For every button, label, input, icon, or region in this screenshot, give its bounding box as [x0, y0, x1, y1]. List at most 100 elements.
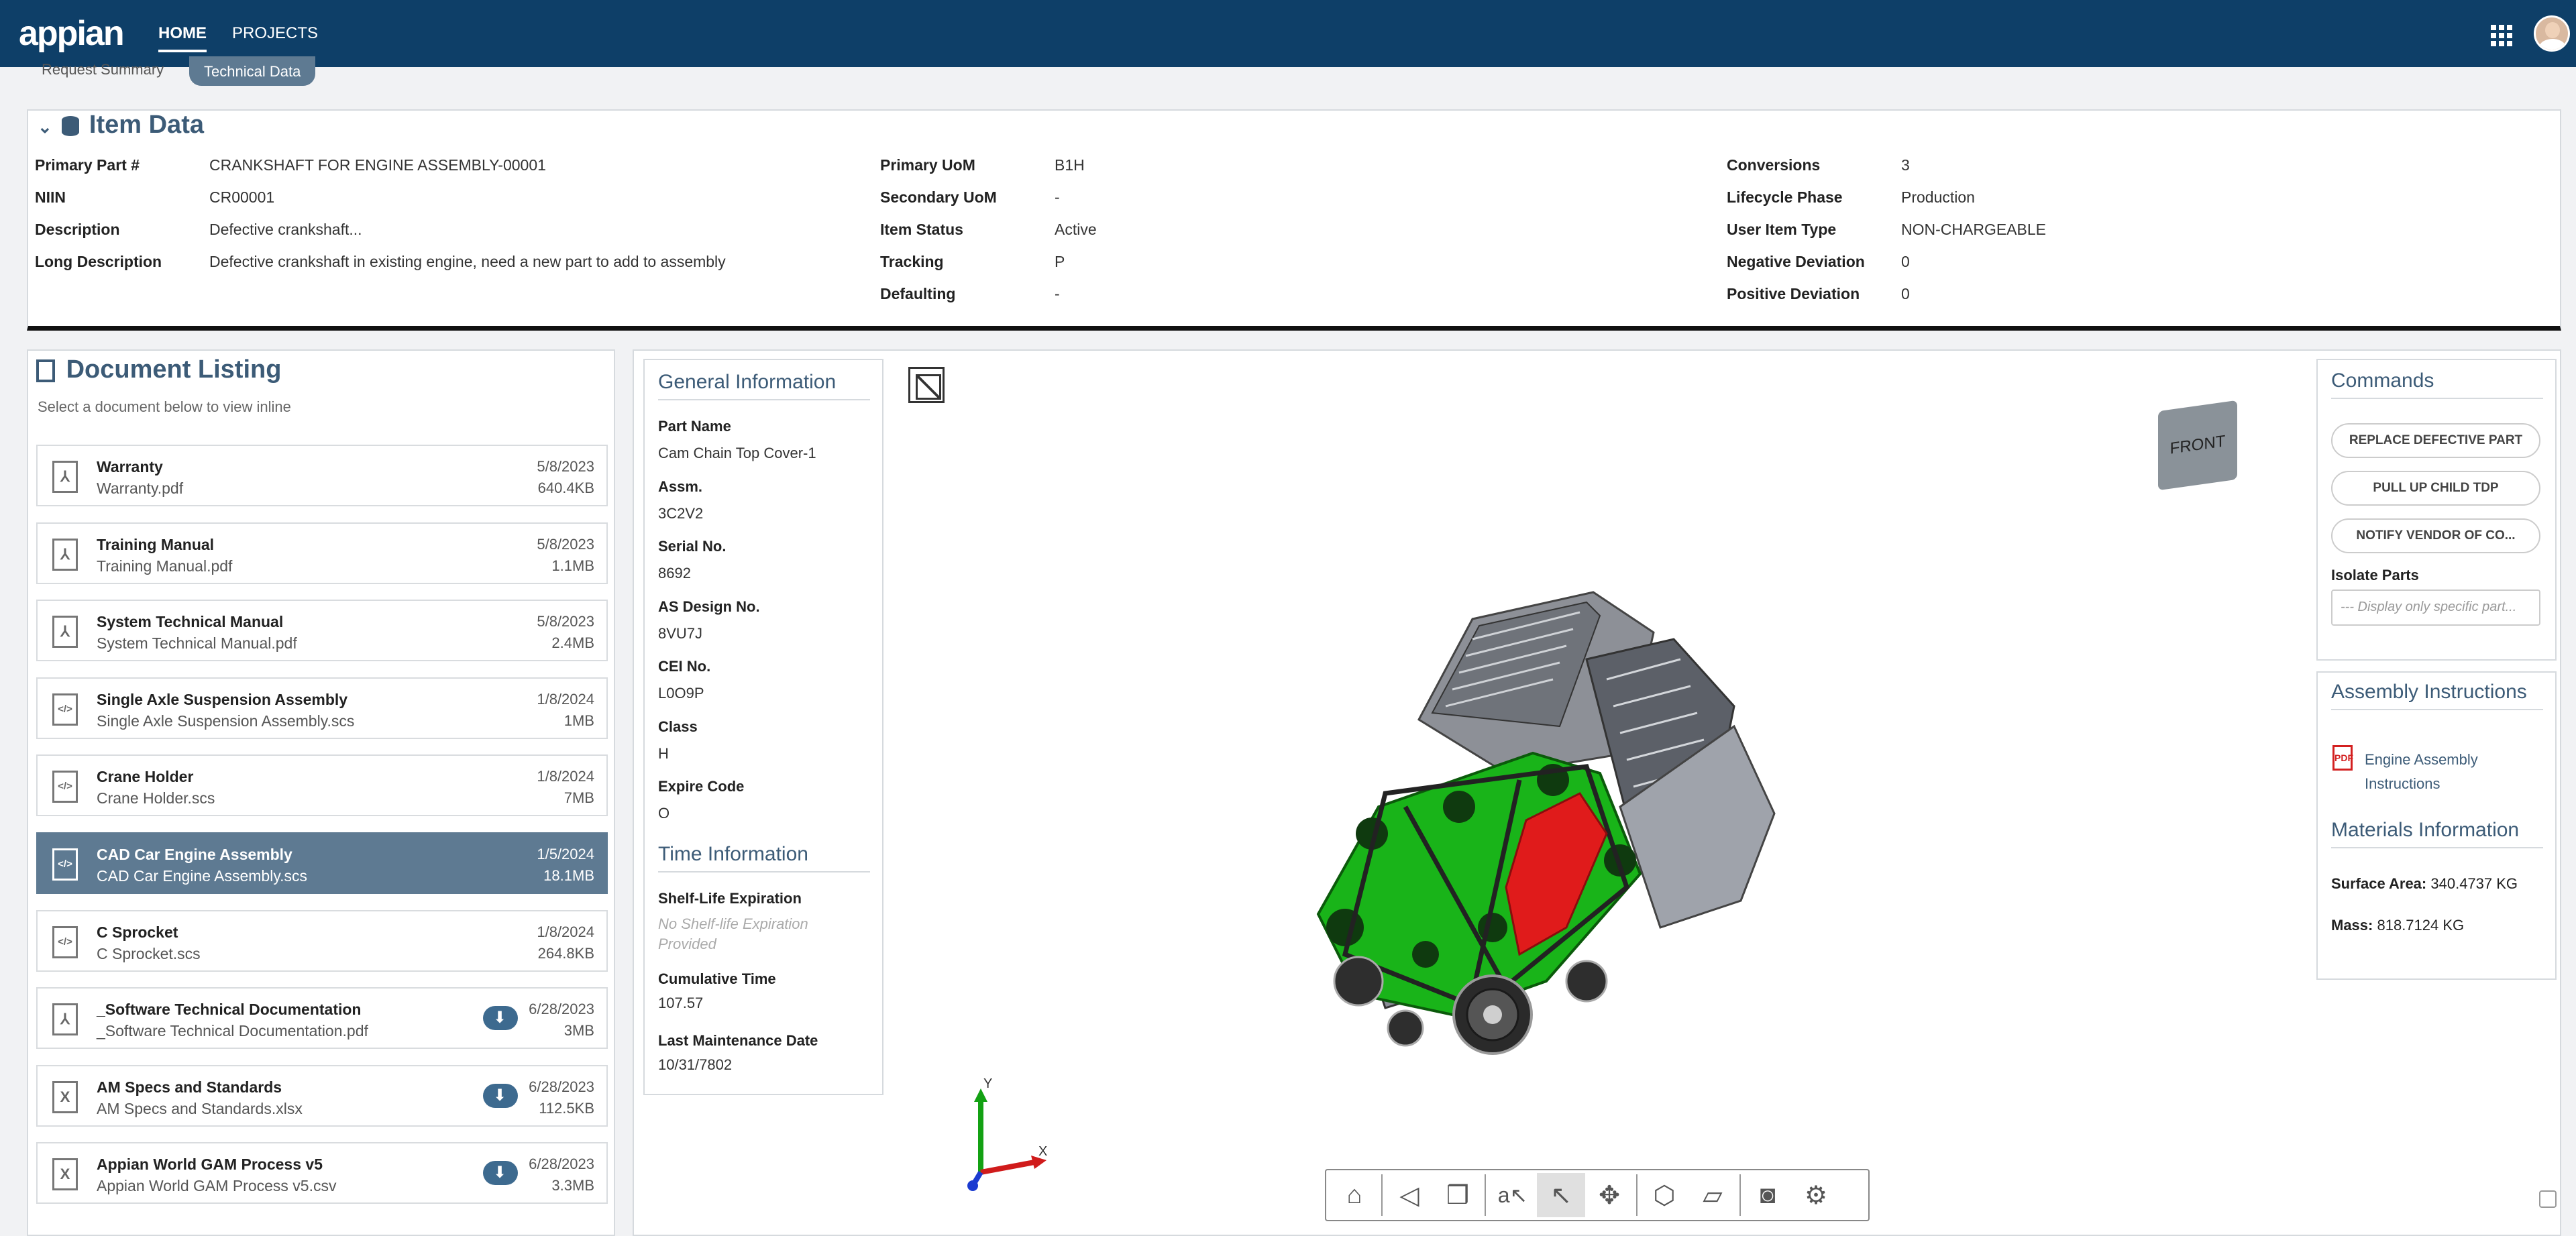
- document-name: Training Manual: [97, 536, 215, 553]
- item-field-value: 0: [1901, 285, 1910, 302]
- collapse-chevron-icon[interactable]: ⌄: [38, 117, 52, 137]
- item-field-value: Active: [1055, 221, 1097, 238]
- crank-pulley[interactable]: [1452, 974, 1533, 1055]
- cloud-download-icon[interactable]: [483, 1161, 518, 1185]
- database-icon: [62, 115, 80, 136]
- resize-corner-icon[interactable]: [2539, 1190, 2557, 1208]
- item-field-value: -: [1055, 188, 1060, 206]
- annotation-icon[interactable]: a↖: [1489, 1173, 1537, 1217]
- cloud-download-icon[interactable]: [483, 1006, 518, 1030]
- home-icon[interactable]: ⌂: [1330, 1173, 1379, 1217]
- nav-home[interactable]: HOME: [158, 24, 207, 52]
- general-information-title: General Information: [658, 371, 870, 400]
- axis-triad: Y X: [967, 1078, 1047, 1191]
- document-filename: C Sprocket.scs: [97, 945, 201, 962]
- document-listing-panel: Document Listing Select a document below…: [27, 349, 615, 1236]
- snapshot-icon[interactable]: ◙: [1743, 1173, 1792, 1217]
- user-avatar[interactable]: [2534, 15, 2570, 52]
- camera-view-icon[interactable]: ◁: [1385, 1173, 1434, 1217]
- isolate-parts-dropdown[interactable]: --- Display only specific part...: [2331, 589, 2540, 626]
- mass-label: Mass:: [2331, 917, 2373, 934]
- item-data-title: Item Data: [89, 111, 204, 139]
- document-name: Warranty: [97, 458, 163, 475]
- time-info-label: Last Maintenance Date: [658, 1032, 818, 1049]
- toolbar-divider: [1485, 1174, 1486, 1216]
- document-size: 1MB: [564, 712, 594, 729]
- axis-y-label: Y: [983, 1078, 992, 1091]
- pull-up-child-tdp-button[interactable]: PULL UP CHILD TDP: [2331, 471, 2540, 506]
- document-list-item[interactable]: </> Single Axle Suspension Assembly Single…: [36, 677, 608, 739]
- appian-logo[interactable]: appian: [19, 13, 125, 54]
- general-info-label: Serial No.: [658, 538, 727, 555]
- orbit-icon[interactable]: ✥: [1585, 1173, 1633, 1217]
- document-filename: System Technical Manual.pdf: [97, 634, 297, 652]
- pdf-icon: ⅄: [52, 539, 78, 571]
- code-file-icon: </>: [52, 693, 78, 726]
- item-field-label: Long Description: [35, 253, 162, 270]
- item-data-header[interactable]: ⌄ Item Data: [38, 111, 204, 139]
- document-date: 5/8/2023: [537, 536, 594, 553]
- general-info-value: H: [658, 745, 669, 762]
- item-field-value: 0: [1901, 253, 1910, 270]
- document-name: AM Specs and Standards: [97, 1078, 282, 1096]
- document-list-item[interactable]: ⅄ System Technical Manual System Technical…: [36, 600, 608, 661]
- tab-technical-data[interactable]: Technical Data: [189, 56, 316, 86]
- time-information-title: Time Information: [658, 843, 870, 873]
- box-explode-icon[interactable]: ⬡: [1640, 1173, 1688, 1217]
- pdf-icon: ⅄: [52, 616, 78, 648]
- document-size: 7MB: [564, 789, 594, 806]
- general-info-label: CEI No.: [658, 658, 711, 675]
- surface-area-row: Surface Area: 340.4737 KG: [2331, 875, 2518, 893]
- item-field-label: Lifecycle Phase: [1727, 188, 1843, 206]
- replace-defective-part-button[interactable]: REPLACE DEFECTIVE PART: [2331, 423, 2540, 458]
- engine-assembly-instructions-link[interactable]: Engine Assembly Instructions: [2365, 748, 2539, 796]
- select-icon[interactable]: ↖: [1537, 1173, 1585, 1217]
- nav-projects[interactable]: PROJECTS: [232, 24, 318, 43]
- section-icon[interactable]: ▱: [1688, 1173, 1737, 1217]
- assembly-materials-panel: Assembly Instructions PDF Engine Assembl…: [2316, 671, 2557, 980]
- cloud-download-icon[interactable]: [483, 1084, 518, 1108]
- notify-vendor-button[interactable]: NOTIFY VENDOR OF CO...: [2331, 518, 2540, 553]
- document-date: 1/8/2024: [537, 768, 594, 785]
- pdf-icon: ⅄: [52, 1003, 78, 1035]
- cube-icon[interactable]: ❒: [1434, 1173, 1482, 1217]
- document-list-item[interactable]: ⅄ _Software Technical Documentation _Softw…: [36, 987, 608, 1049]
- document-name: _Software Technical Documentation: [97, 1001, 362, 1018]
- app-launcher-grid-icon[interactable]: [2491, 25, 2512, 46]
- document-name: C Sprocket: [97, 923, 178, 941]
- document-list-item[interactable]: </> CAD Car Engine Assembly CAD Car Engine…: [36, 832, 608, 894]
- document-list-item[interactable]: X AM Specs and Standards AM Specs and Stan…: [36, 1065, 608, 1127]
- cad-viewer-area: General Information Part Name Cam Chain T…: [633, 349, 2561, 1236]
- engine-3d-model[interactable]: [1305, 552, 1855, 1062]
- item-field-value: P: [1055, 253, 1065, 270]
- document-list-item[interactable]: </> C Sprocket C Sprocket.scs 1/8/2024 264.8…: [36, 910, 608, 972]
- commands-panel: Commands REPLACE DEFECTIVE PART PULL UP …: [2316, 359, 2557, 661]
- tab-request-summary[interactable]: Request Summary: [42, 61, 164, 78]
- fullscreen-toggle-button[interactable]: [908, 367, 945, 403]
- toolbar-divider: [1381, 1174, 1383, 1216]
- document-filename: Training Manual.pdf: [97, 557, 233, 575]
- item-data-panel: ⌄ Item Data Primary Part # CRANKSHAFT FOR…: [27, 109, 2561, 331]
- document-size: 3.3MB: [551, 1177, 594, 1194]
- item-field-value: NON-CHARGEABLE: [1901, 221, 2046, 238]
- settings-icon[interactable]: ⚙: [1792, 1173, 1840, 1217]
- document-list-item[interactable]: ⅄ Training Manual Training Manual.pdf 5/8/2…: [36, 522, 608, 584]
- item-field-label: Conversions: [1727, 156, 1821, 174]
- document-list-item[interactable]: </> Crane Holder Crane Holder.scs 1/8/2024 7…: [36, 754, 608, 816]
- document-list-item[interactable]: X Appian World GAM Process v5 Appian World…: [36, 1142, 608, 1204]
- document-size: 18.1MB: [543, 867, 594, 884]
- document-filename: Appian World GAM Process v5.csv: [97, 1177, 337, 1194]
- document-name: CAD Car Engine Assembly: [97, 846, 292, 863]
- document-listing-title: Document Listing: [66, 355, 282, 384]
- document-list-item[interactable]: ⅄ Warranty Warranty.pdf 5/8/2023 640.4KB: [36, 445, 608, 506]
- toolbar-divider: [1739, 1174, 1741, 1216]
- item-field-label: Secondary UoM: [880, 188, 997, 206]
- general-info-value: 3C2V2: [658, 505, 704, 522]
- view-cube[interactable]: FRONT: [2158, 400, 2237, 491]
- document-size: 1.1MB: [551, 557, 594, 574]
- item-field-value: CR00001: [209, 188, 275, 206]
- time-info-value: 10/31/7802: [658, 1056, 733, 1073]
- code-file-icon: </>: [52, 848, 78, 881]
- item-field-value: -: [1055, 285, 1060, 302]
- materials-information-title: Materials Information: [2331, 819, 2543, 848]
